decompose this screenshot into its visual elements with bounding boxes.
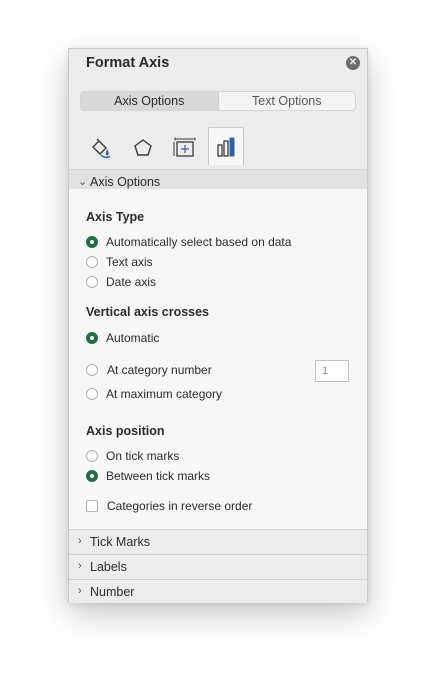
radio-button[interactable] — [86, 364, 98, 376]
option-label: Automatically select based on data — [106, 235, 292, 249]
option-label: Automatic — [106, 331, 160, 345]
options-segmented-control: Axis Options Text Options — [80, 91, 356, 111]
chevron-right-icon: › — [78, 535, 82, 547]
radio-button[interactable] — [86, 276, 98, 288]
close-icon[interactable]: ✕ — [346, 56, 360, 70]
axis-options-content: Axis Type Automatically select based on … — [69, 189, 367, 529]
option-label: On tick marks — [106, 449, 180, 463]
tab-effects[interactable] — [125, 131, 161, 165]
radio-button-checked[interactable] — [86, 332, 98, 344]
section-label: Axis Options — [90, 175, 161, 189]
checkbox[interactable] — [86, 500, 98, 512]
effects-pentagon-icon — [134, 139, 152, 156]
option-label: Date axis — [106, 275, 157, 289]
axis-options-chart-icon — [217, 137, 235, 157]
chevron-right-icon: › — [78, 585, 82, 597]
section-number-header[interactable]: › Number — [69, 579, 367, 603]
section-label: Number — [90, 585, 135, 599]
radio-button[interactable] — [86, 256, 98, 268]
section-label: Labels — [90, 560, 127, 574]
chevron-down-icon: ⌄ — [78, 176, 88, 188]
radio-button-checked[interactable] — [86, 470, 98, 482]
tab-size-properties[interactable] — [167, 131, 203, 165]
size-properties-icon — [173, 137, 196, 157]
chevron-right-icon: › — [78, 560, 82, 572]
section-label: Tick Marks — [90, 535, 150, 549]
group-title-axis-type: Axis Type — [86, 210, 145, 224]
option-label: At category number — [107, 363, 212, 377]
option-label: Text axis — [106, 255, 153, 269]
tab-text-options[interactable]: Text Options — [219, 92, 356, 110]
section-labels-header[interactable]: › Labels — [69, 554, 367, 578]
group-title-axis-position: Axis position — [86, 424, 165, 438]
tab-fill-line[interactable] — [83, 131, 119, 165]
option-label: Categories in reverse order — [107, 499, 253, 513]
option-label: Between tick marks — [106, 469, 211, 483]
radio-button-checked[interactable] — [86, 236, 98, 248]
pane-title: Format Axis — [86, 55, 170, 71]
fill-line-icon — [92, 138, 111, 159]
format-axis-pane: Format Axis ✕ Axis Options Text Options — [68, 48, 368, 603]
tab-axis-options-chart[interactable] — [208, 127, 244, 165]
group-title-vertical-axis-crosses: Vertical axis crosses — [86, 305, 210, 319]
tab-axis-options[interactable]: Axis Options — [81, 92, 218, 110]
section-tick-marks-header[interactable]: › Tick Marks — [69, 529, 367, 553]
radio-button[interactable] — [86, 450, 98, 462]
option-label: At maximum category — [106, 387, 223, 401]
category-number-input[interactable]: 1 — [315, 360, 349, 382]
category-icon-bar — [69, 125, 367, 165]
radio-button[interactable] — [86, 388, 98, 400]
